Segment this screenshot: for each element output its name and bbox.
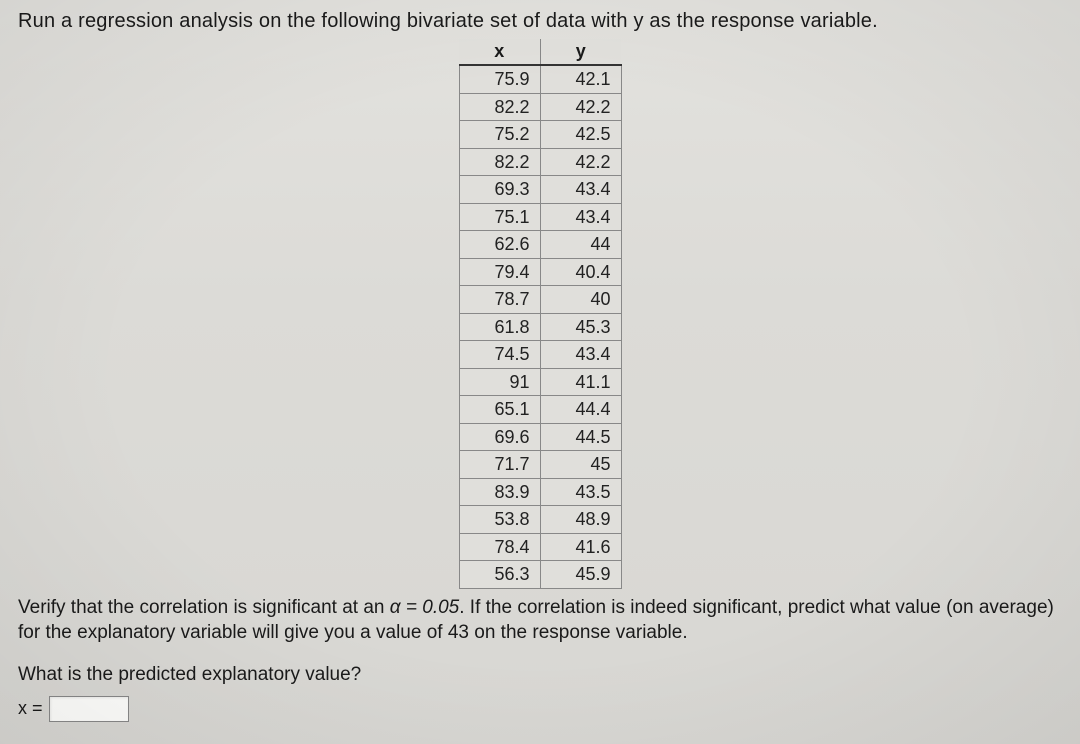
table-body: 75.942.1 82.242.2 75.242.5 82.242.2 69.3… [459, 65, 621, 588]
cell-x: 75.1 [459, 203, 540, 231]
cell-x: 61.8 [459, 313, 540, 341]
cell-y: 42.1 [540, 65, 621, 93]
cell-y: 43.4 [540, 176, 621, 204]
cell-x: 71.7 [459, 451, 540, 479]
cell-y: 44 [540, 231, 621, 259]
cell-x: 82.2 [459, 93, 540, 121]
table-row: 65.144.4 [459, 396, 621, 424]
cell-x: 78.4 [459, 533, 540, 561]
prompt-bottom: Verify that the correlation is significa… [18, 595, 1062, 646]
cell-y: 43.4 [540, 203, 621, 231]
table-row: 9141.1 [459, 368, 621, 396]
answer-label: x = [18, 698, 43, 719]
cell-y: 42.5 [540, 121, 621, 149]
table-row: 71.745 [459, 451, 621, 479]
data-table-wrap: x y 75.942.1 82.242.2 75.242.5 82.242.2 … [18, 37, 1062, 591]
table-row: 56.345.9 [459, 561, 621, 589]
table-row: 82.242.2 [459, 148, 621, 176]
cell-x: 56.3 [459, 561, 540, 589]
table-row: 74.543.4 [459, 341, 621, 369]
cell-y: 45.9 [540, 561, 621, 589]
cell-y: 43.5 [540, 478, 621, 506]
cell-x: 78.7 [459, 286, 540, 314]
col-header-y: y [540, 39, 621, 65]
table-row: 61.845.3 [459, 313, 621, 341]
cell-x: 82.2 [459, 148, 540, 176]
cell-x: 74.5 [459, 341, 540, 369]
cell-x: 62.6 [459, 231, 540, 259]
table-row: 69.644.5 [459, 423, 621, 451]
answer-row: x = [18, 696, 1062, 722]
cell-x: 75.2 [459, 121, 540, 149]
cell-y: 41.6 [540, 533, 621, 561]
cell-x: 83.9 [459, 478, 540, 506]
cell-y: 41.1 [540, 368, 621, 396]
cell-y: 40 [540, 286, 621, 314]
table-row: 69.343.4 [459, 176, 621, 204]
table-row: 83.943.5 [459, 478, 621, 506]
data-table: x y 75.942.1 82.242.2 75.242.5 82.242.2 … [459, 39, 622, 589]
table-row: 79.440.4 [459, 258, 621, 286]
cell-y: 45 [540, 451, 621, 479]
cell-x: 69.3 [459, 176, 540, 204]
table-row: 75.242.5 [459, 121, 621, 149]
prompt-bottom-part1: Verify that the correlation is significa… [18, 597, 390, 618]
table-row: 75.942.1 [459, 65, 621, 93]
cell-x: 69.6 [459, 423, 540, 451]
cell-y: 48.9 [540, 506, 621, 534]
cell-x: 91 [459, 368, 540, 396]
cell-x: 79.4 [459, 258, 540, 286]
table-row: 75.143.4 [459, 203, 621, 231]
table-row: 78.740 [459, 286, 621, 314]
table-row: 62.644 [459, 231, 621, 259]
worksheet-page: Run a regression analysis on the followi… [0, 0, 1080, 744]
cell-y: 44.5 [540, 423, 621, 451]
cell-x: 65.1 [459, 396, 540, 424]
cell-y: 45.3 [540, 313, 621, 341]
cell-x: 53.8 [459, 506, 540, 534]
cell-y: 40.4 [540, 258, 621, 286]
prompt-top: Run a regression analysis on the followi… [18, 10, 1062, 33]
cell-x: 75.9 [459, 65, 540, 93]
cell-y: 42.2 [540, 93, 621, 121]
cell-y: 42.2 [540, 148, 621, 176]
question-text: What is the predicted explanatory value? [18, 664, 1062, 686]
alpha-equation: α = 0.05 [390, 597, 459, 618]
table-header-row: x y [459, 39, 621, 65]
table-row: 82.242.2 [459, 93, 621, 121]
answer-input[interactable] [49, 696, 129, 722]
col-header-x: x [459, 39, 540, 65]
table-row: 53.848.9 [459, 506, 621, 534]
cell-y: 43.4 [540, 341, 621, 369]
cell-y: 44.4 [540, 396, 621, 424]
table-row: 78.441.6 [459, 533, 621, 561]
